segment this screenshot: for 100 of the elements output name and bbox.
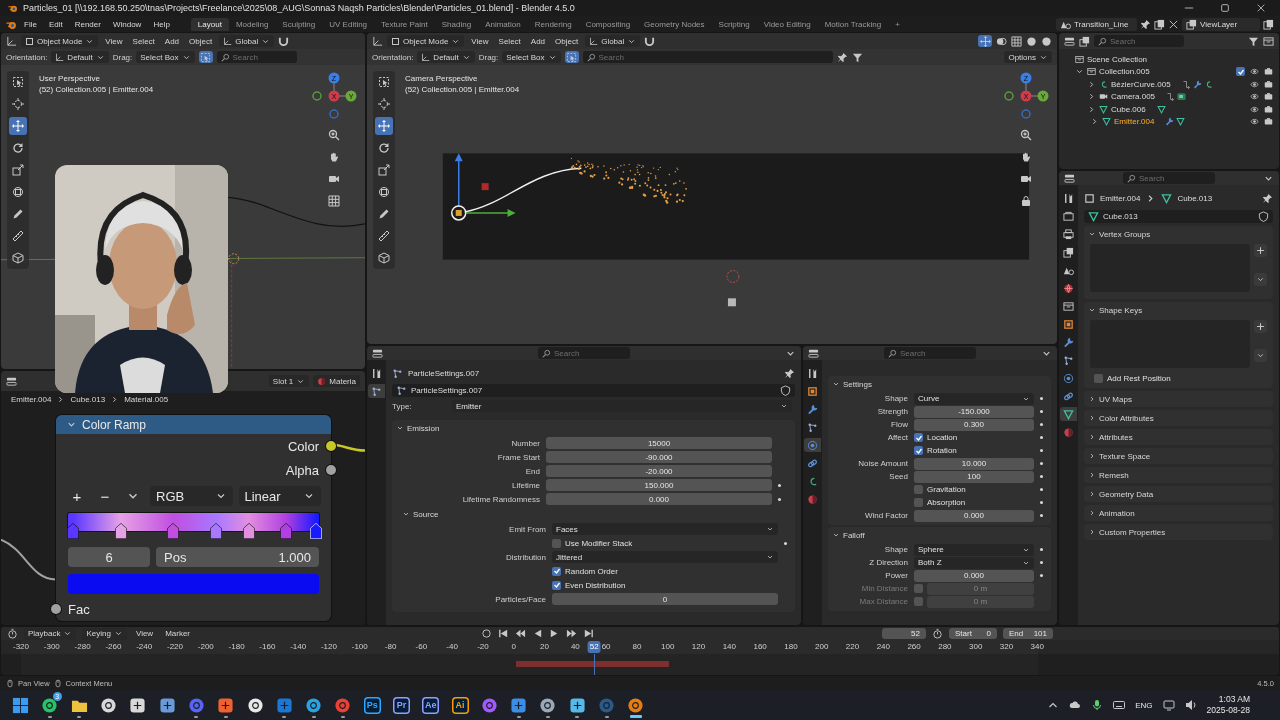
position-field[interactable]: Pos 1.000	[156, 547, 319, 567]
tree-item-label[interactable]: Camera.005	[1111, 92, 1156, 102]
app-icon[interactable]: Ae	[422, 696, 440, 714]
checkbox-label[interactable]: Absorption	[927, 498, 966, 507]
app-icon[interactable]: Ai	[451, 696, 469, 714]
node-header[interactable]: Color Ramp	[56, 415, 331, 434]
transform-dropdown[interactable]: Global	[219, 35, 275, 47]
checkbox-label[interactable]: Gravitation	[927, 485, 966, 494]
orientation-dropdown[interactable]: Default	[417, 51, 475, 63]
panel-header[interactable]: Vertex Groups	[1084, 226, 1273, 242]
workspace-tab[interactable]: Geometry Nodes	[637, 17, 712, 31]
number-field[interactable]: 0.000	[914, 569, 1034, 582]
search-field[interactable]: Search	[554, 348, 626, 358]
workspace-tab[interactable]: Texture Paint	[374, 17, 435, 31]
workspace-tab[interactable]: Shading	[434, 17, 479, 31]
dropdown[interactable]: Both Z	[914, 556, 1034, 569]
ramp-button[interactable]: +	[66, 486, 88, 506]
number-field[interactable]: 0.000	[914, 509, 1034, 522]
scene-field[interactable]: Transition_Line	[1056, 17, 1137, 31]
panel-header[interactable]: Attributes	[1084, 429, 1273, 445]
menu-item[interactable]: Add	[161, 36, 183, 46]
panel-header[interactable]: Custom Properties	[1084, 524, 1273, 540]
dropdown[interactable]: Jittered	[552, 551, 778, 563]
checkbox-label[interactable]: Location	[927, 433, 958, 442]
number-field[interactable]: -90.000	[546, 451, 772, 463]
menu-item[interactable]: Select	[129, 36, 158, 46]
menu-item[interactable]: Add	[527, 36, 549, 46]
slot-dropdown[interactable]: Slot 1	[268, 375, 310, 387]
panel-header[interactable]: Emission	[392, 420, 795, 436]
menu-item[interactable]: Help	[148, 17, 175, 31]
menu-item[interactable]: Select	[495, 36, 524, 46]
app-icon[interactable]: Ps	[363, 696, 381, 714]
workspace-tab[interactable]: Rendering	[527, 17, 579, 31]
panel-header[interactable]: UV Maps	[1084, 391, 1273, 407]
playhead[interactable]: 52	[587, 641, 601, 653]
dropdown[interactable]: Emitter	[452, 400, 792, 412]
dropdown[interactable]: Curve	[914, 392, 1034, 405]
stop-index-field[interactable]: 6	[68, 547, 150, 567]
workspace-tab[interactable]: Sculpting	[275, 17, 323, 31]
breadcrumb-item[interactable]: Emitter.004	[11, 395, 52, 404]
panel-header[interactable]: Source	[398, 506, 795, 522]
number-field[interactable]: 0	[552, 593, 778, 605]
material-dropdown[interactable]: Materia	[313, 375, 360, 387]
number-field[interactable]: 10.000	[914, 457, 1034, 470]
ramp-button[interactable]: −	[94, 486, 116, 506]
tree-item-label[interactable]: Emitter.004	[1114, 117, 1155, 127]
end-frame-field[interactable]: End 101	[1003, 628, 1053, 639]
workspace-tab[interactable]: Scripting	[711, 17, 757, 31]
search-box[interactable]: Search	[582, 51, 833, 63]
panel-header[interactable]: Shape Keys	[1084, 302, 1273, 318]
dropdown[interactable]: RGB	[150, 486, 233, 506]
panel-header[interactable]: Animation	[1084, 505, 1273, 521]
panel-header[interactable]: Geometry Data	[1084, 486, 1273, 502]
orientation-dropdown[interactable]: Default	[51, 51, 109, 63]
checkbox-label[interactable]: Use Modifier Stack	[565, 538, 633, 548]
app-icon[interactable]: Pr	[393, 696, 410, 714]
menu-item[interactable]: Marker	[162, 629, 194, 638]
menu-item[interactable]: File	[19, 17, 42, 31]
number-field[interactable]: 0.000	[546, 493, 772, 505]
clock-date[interactable]: 2025-08-28	[1206, 705, 1250, 716]
options-dropdown[interactable]: Options	[1004, 51, 1052, 63]
datablock-field[interactable]: Cube.013	[1084, 210, 1273, 223]
menu-dropdown[interactable]: Playback	[24, 627, 77, 640]
tree-item-label[interactable]: Scene Collection	[1087, 54, 1148, 64]
mode-dropdown[interactable]: Object Mode	[21, 35, 99, 47]
menu-item[interactable]: Object	[552, 36, 582, 46]
number-field[interactable]: 150.000	[546, 479, 772, 491]
panel-header[interactable]: Color Attributes	[1084, 410, 1273, 426]
tree-item-label[interactable]: Cube.006	[1111, 104, 1146, 114]
search-box[interactable]: Search	[538, 347, 630, 359]
add-workspace-button[interactable]: +	[888, 17, 907, 31]
checkbox-label[interactable]: Random Order	[565, 566, 618, 576]
menu-dropdown[interactable]: Keying	[82, 627, 127, 640]
menu-item[interactable]: View	[468, 36, 492, 46]
panel-header[interactable]: Texture Space	[1084, 448, 1273, 464]
dropdown[interactable]: Faces	[552, 523, 778, 535]
number-field[interactable]: -150.000	[914, 405, 1034, 418]
search-box[interactable]: Search	[1094, 35, 1184, 47]
dropdown[interactable]: Sphere	[914, 543, 1034, 556]
search-field[interactable]: Search	[1110, 36, 1180, 46]
workspace-tab[interactable]: Animation	[478, 17, 528, 31]
number-field[interactable]: -20.000	[546, 465, 772, 477]
datablock-field[interactable]: ParticleSettings.007	[392, 384, 795, 397]
start-frame-field[interactable]: Start 0	[949, 628, 997, 639]
tree-item-label[interactable]: Collection.005	[1099, 67, 1150, 77]
menu-item[interactable]: Window	[107, 17, 147, 31]
menu-item[interactable]: View	[132, 629, 157, 638]
breadcrumb-item[interactable]: Emitter.004	[1100, 193, 1141, 203]
workspace-tab[interactable]: Video Editing	[756, 17, 818, 31]
drag-dropdown[interactable]: Select Box	[136, 51, 195, 63]
menu-item[interactable]: Edit	[43, 17, 68, 31]
search-box[interactable]: Search	[1123, 172, 1215, 184]
view-layer-field[interactable]: ViewLayer	[1182, 17, 1260, 31]
menu-item[interactable]: View	[102, 36, 126, 46]
checkbox-label[interactable]: Even Distribution	[565, 580, 626, 590]
checkbox-label[interactable]: Add Rest Position	[1107, 374, 1171, 383]
workspace-tab[interactable]: Motion Tracking	[817, 17, 889, 31]
breadcrumb-item[interactable]: Cube.013	[70, 395, 106, 404]
language-indicator[interactable]: ENG	[1135, 700, 1153, 710]
search-field[interactable]: Search	[232, 52, 293, 62]
